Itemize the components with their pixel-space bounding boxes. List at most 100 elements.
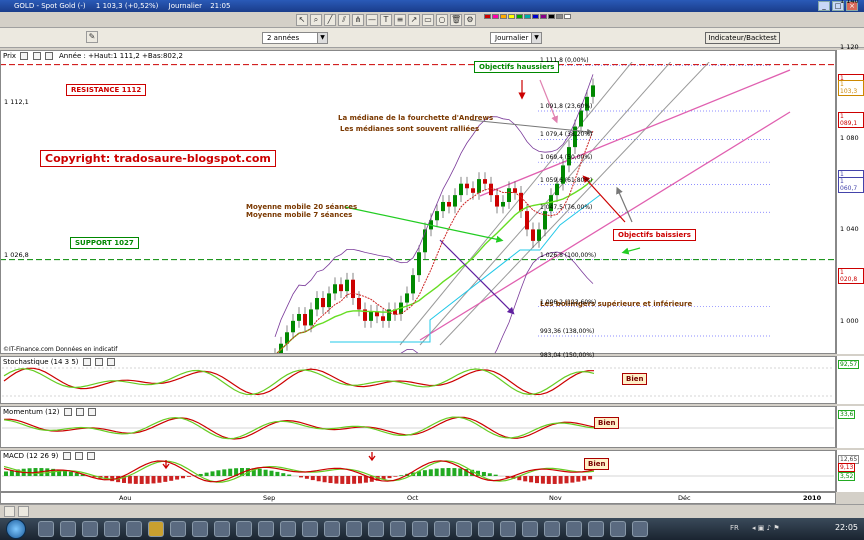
price-marker: 1 020,8 — [838, 268, 864, 285]
x-tick-label: Sep — [263, 494, 276, 502]
y-tick-label: 1 140 — [840, 0, 859, 5]
macd-histogram-bar — [523, 476, 528, 482]
macd-histogram-bar — [4, 471, 8, 476]
fibo-level-label: 983,04 (150,00%) — [540, 351, 595, 359]
taskbar-app-icon[interactable] — [60, 521, 76, 537]
candle-body — [321, 297, 325, 308]
taskbar-app-icon[interactable] — [302, 521, 318, 537]
macd-histogram-bar — [428, 469, 433, 476]
candle-body — [411, 275, 415, 294]
taskbar-app-icon[interactable] — [632, 521, 648, 537]
taskbar-app-icon[interactable] — [522, 521, 538, 537]
macd-histogram-bar — [434, 468, 439, 476]
macd-histogram-bar — [582, 476, 587, 481]
macd-histogram-bar — [546, 476, 551, 484]
candle-body — [465, 183, 469, 189]
mediane-note-1: La médiane de la fourchette d'Andrews — [338, 114, 494, 122]
taskbar-app-icon[interactable] — [258, 521, 274, 537]
y-tick-label: 1 000 — [840, 316, 859, 325]
candle-body — [405, 293, 409, 303]
fibo-level-label: 1 069,4 (50,00%) — [540, 154, 593, 162]
taskbar-app-icon[interactable] — [236, 521, 252, 537]
mediane-note-2: Les médianes sont souvent ralliées — [340, 125, 480, 133]
macd-histogram-bar — [322, 476, 327, 483]
resistance-value: 1 112,1 — [4, 98, 29, 106]
candle-body — [525, 211, 529, 230]
taskbar-app-icon[interactable] — [390, 521, 406, 537]
macd-histogram-bar — [228, 468, 233, 476]
fibo-level-label: 993,36 (138,00%) — [540, 328, 595, 336]
macd-histogram-bar — [316, 476, 321, 482]
macd-histogram-bar — [452, 468, 457, 476]
moving-average-note-2: Moyenne mobile 7 séances — [246, 211, 353, 219]
stochastic-line-k — [3, 367, 594, 396]
taskbar-app-icon[interactable] — [38, 521, 54, 537]
tray-icons[interactable]: ◂ ▣ ♪ ⚑ — [752, 524, 780, 532]
taskbar-app-icon[interactable] — [456, 521, 472, 537]
taskbar-app-icon[interactable] — [104, 521, 120, 537]
candle-body — [417, 252, 421, 276]
taskbar-app-icon[interactable] — [170, 521, 186, 537]
macd-histogram-bar — [163, 476, 168, 482]
macd-histogram-bar — [169, 476, 174, 481]
macd-histogram-bar — [204, 472, 209, 476]
macd-histogram-bar — [181, 476, 185, 479]
candle-body — [495, 195, 499, 207]
taskbar-app-icon[interactable] — [588, 521, 604, 537]
taskbar-app-icon[interactable] — [544, 521, 560, 537]
macd-histogram-bar — [299, 476, 303, 478]
taskbar-app-icon[interactable] — [148, 521, 164, 537]
candle-body — [531, 229, 535, 241]
bollinger-lower — [400, 251, 594, 353]
macd-histogram-bar — [458, 468, 463, 476]
status-icon[interactable] — [4, 506, 15, 517]
taskbar-app-icon[interactable] — [82, 521, 98, 537]
macd-histogram-bar — [310, 476, 315, 481]
status-icon[interactable] — [18, 506, 29, 517]
taskbar-app-icon[interactable] — [126, 521, 142, 537]
y-tick-label: 1 040 — [840, 225, 859, 234]
candle-body — [291, 320, 295, 333]
candle-body — [477, 179, 481, 193]
taskbar-app-icon[interactable] — [346, 521, 362, 537]
data-source-label: ©IT-Finance.com Données en indicatif — [3, 346, 118, 353]
macd-histogram-bar — [552, 476, 557, 484]
taskbar-app-icon[interactable] — [192, 521, 208, 537]
taskbar-app-icon[interactable] — [566, 521, 582, 537]
start-button[interactable] — [6, 519, 26, 539]
taskbar-app-icon[interactable] — [478, 521, 494, 537]
taskbar-app-icon[interactable] — [368, 521, 384, 537]
macd-histogram-bar — [393, 476, 398, 477]
bien-stochastic-label: Bien — [622, 373, 648, 385]
macd-histogram-bar — [352, 476, 357, 484]
language-indicator[interactable]: FR — [730, 524, 739, 532]
taskbar-clock[interactable]: 22:05 — [835, 523, 858, 532]
price-marker: 1 060,7 — [838, 177, 864, 194]
objectif-baissier-arrow-3 — [621, 247, 641, 255]
y-tick-label: 1 080 — [840, 133, 859, 142]
fibo-level-label: 1 006,2 (123,60%) — [540, 298, 597, 306]
stochastic-value: 92,57 — [838, 360, 860, 369]
support-value: 1 026,8 — [4, 251, 29, 259]
macd-histogram-bar — [487, 473, 492, 476]
candle-body — [351, 279, 355, 298]
macd-histogram-bar — [535, 476, 539, 484]
taskbar-app-icon[interactable] — [412, 521, 428, 537]
candle-body — [555, 183, 559, 196]
taskbar-app-icon[interactable] — [500, 521, 516, 537]
macd-histogram-bar — [175, 476, 180, 480]
taskbar-app-icon[interactable] — [324, 521, 340, 537]
candle-body — [333, 284, 337, 294]
taskbar-app-icon[interactable] — [610, 521, 626, 537]
macd-histogram-bar — [127, 476, 132, 484]
moving-average-note-1: Moyenne mobile 20 séances — [246, 203, 358, 211]
taskbar-app-icon[interactable] — [434, 521, 450, 537]
candle-body — [459, 183, 463, 196]
macd-histogram-bar — [281, 473, 286, 476]
macd-histogram-bar — [446, 468, 451, 476]
copyright-label: Copyright: tradosaure-blogspot.com — [40, 150, 276, 167]
candle-body — [273, 355, 277, 362]
candle-body — [309, 309, 313, 326]
taskbar-app-icon[interactable] — [214, 521, 230, 537]
taskbar-app-icon[interactable] — [280, 521, 296, 537]
